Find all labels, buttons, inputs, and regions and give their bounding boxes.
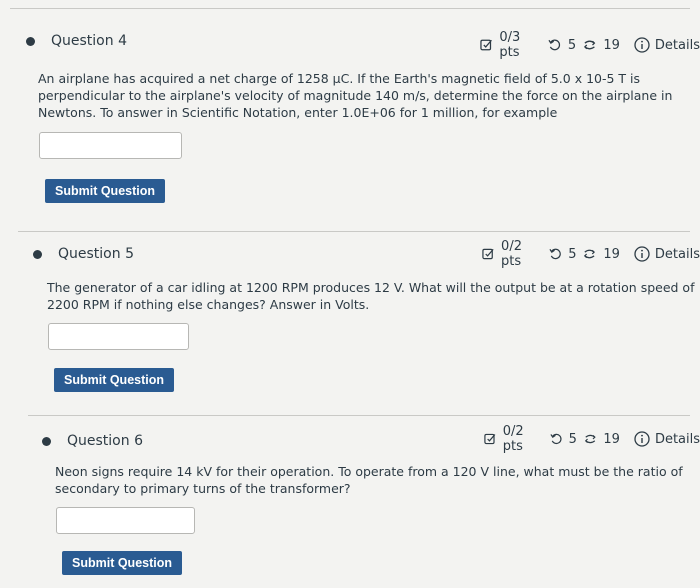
details-label: Details (654, 431, 700, 447)
info-icon (634, 37, 650, 53)
question-text: Neon signs require 14 kV for their opera… (55, 463, 683, 497)
details-link[interactable]: Details (634, 431, 700, 447)
answer-input[interactable] (48, 323, 189, 350)
question-5-meta: 0/2 pts 5 19 Details (482, 239, 700, 269)
checkbox-pencil-icon (482, 248, 494, 260)
retries-count: 5 (568, 246, 577, 262)
points-label: 0/3 pts (499, 30, 521, 60)
question-6-meta: 0/2 pts 5 19 Details (484, 424, 700, 454)
attempts-count: 19 (603, 431, 620, 447)
checkbox-pencil-icon (480, 39, 492, 51)
question-title: Question 5 (58, 246, 134, 262)
bullet-icon (42, 436, 51, 446)
attempts-count: 19 (603, 37, 620, 53)
question-text-line: An airplane has acquired a net charge of… (38, 71, 641, 86)
question-text-line: secondary to primary turns of the transf… (55, 481, 351, 496)
details-label: Details (654, 37, 700, 53)
top-divider (10, 8, 690, 9)
question-4-meta: 0/3 pts 5 19 Details (480, 30, 700, 60)
details-link[interactable]: Details (634, 37, 700, 53)
info-icon (634, 246, 650, 262)
divider-q6 (28, 415, 690, 416)
question-title: Question 6 (67, 433, 143, 449)
question-text-line: perpendicular to the airplane's velocity… (38, 88, 673, 103)
bullet-icon (33, 249, 42, 259)
divider-q5 (18, 231, 690, 232)
answer-input[interactable] (56, 507, 195, 534)
info-icon (634, 431, 650, 447)
undo-icon (548, 39, 561, 51)
question-5-header: Question 5 (33, 246, 134, 262)
undo-icon (549, 248, 561, 260)
submit-question-button[interactable]: Submit Question (54, 368, 174, 392)
question-text-line: The generator of a car idling at 1200 RP… (47, 280, 695, 295)
question-title: Question 4 (51, 33, 127, 49)
checkbox-pencil-icon (484, 433, 496, 445)
submit-question-button[interactable]: Submit Question (45, 179, 165, 203)
retries-count: 5 (568, 431, 577, 447)
question-4-header: Question 4 (26, 33, 127, 49)
question-text-line: Newtons. To answer in Scientific Notatio… (38, 105, 558, 120)
points-label: 0/2 pts (502, 424, 524, 454)
refresh-icon (584, 434, 596, 444)
question-text-line: Neon signs require 14 kV for their opera… (55, 464, 683, 479)
question-text: An airplane has acquired a net charge of… (38, 70, 672, 121)
answer-input[interactable] (39, 132, 182, 159)
undo-icon (550, 433, 562, 445)
details-link[interactable]: Details (634, 246, 700, 262)
attempts-count: 19 (603, 246, 620, 262)
question-text-line: 2200 RPM if nothing else changes? Answer… (47, 297, 370, 312)
retries-count: 5 (567, 37, 577, 53)
details-label: Details (654, 246, 700, 262)
refresh-icon (584, 249, 596, 259)
points-label: 0/2 pts (501, 239, 522, 269)
submit-question-button[interactable]: Submit Question (62, 551, 182, 575)
refresh-icon (584, 40, 596, 50)
bullet-icon (26, 36, 35, 46)
question-6-header: Question 6 (42, 433, 143, 449)
question-text: The generator of a car idling at 1200 RP… (47, 279, 695, 313)
